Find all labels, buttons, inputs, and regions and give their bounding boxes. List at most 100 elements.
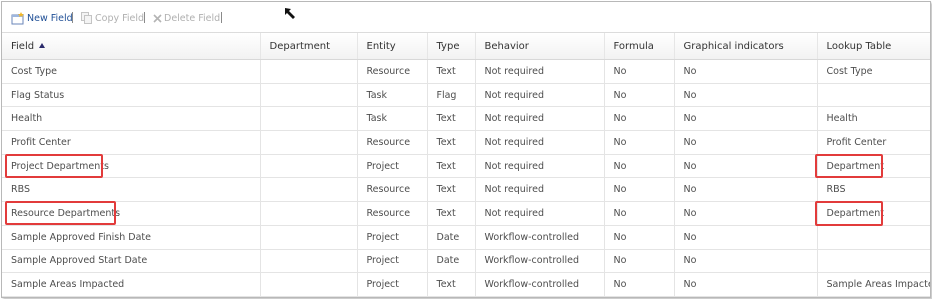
entity-cell: Project [356, 249, 427, 274]
department-cell [259, 272, 357, 297]
graphical-indicators-cell: No [673, 154, 817, 179]
department-cell [259, 177, 357, 203]
new-field-button[interactable]: New Field [11, 10, 73, 26]
column-header-label: Behavior [484, 40, 529, 52]
column-header-label: Department [269, 40, 331, 52]
department-cell [259, 59, 357, 84]
field-name-link[interactable]: Sample Approved Start Date [2, 249, 260, 274]
table-header-row: Field Department Entity Type Behavior Fo… [2, 33, 930, 60]
graphical-indicators-cell: No [673, 59, 817, 84]
type-cell: Date [426, 249, 475, 274]
lookup-table-cell: Cost Type [816, 59, 930, 84]
lookup-table-cell: Sample Areas Impacted [816, 272, 930, 297]
type-cell: Flag [426, 83, 475, 108]
table-row[interactable]: Sample Approved Finish Date Project Date Wo… [2, 225, 930, 250]
column-header-behavior[interactable]: Behavior [474, 33, 604, 60]
table-row[interactable]: Sample Approved Start Date Project Date Wor… [2, 249, 930, 274]
toolbar: New Field Copy Field Delete Field [2, 2, 930, 33]
column-header-formula[interactable]: Formula [603, 33, 674, 60]
fields-table: Field Department Entity Type Behavior Fo… [2, 33, 930, 297]
type-cell: Text [426, 177, 475, 203]
table-row[interactable]: Health Task Text Not required No No Health [2, 106, 930, 132]
field-name-link[interactable]: Sample Areas Impacted [2, 272, 260, 297]
graphical-indicators-cell: No [673, 249, 817, 274]
entity-cell: Project [356, 225, 427, 250]
behavior-cell: Not required [474, 130, 604, 155]
lookup-table-cell [816, 83, 930, 108]
copy-icon [81, 12, 92, 24]
behavior-cell: Not required [474, 106, 604, 132]
type-cell: Text [426, 130, 475, 155]
table-row[interactable]: Project Departments Project Text Not requir… [2, 154, 930, 179]
highlight-box-lookup-department [815, 201, 883, 226]
table-row[interactable]: RBS Resource Text Not required No No RBS [2, 177, 930, 203]
type-cell: Text [426, 154, 475, 179]
department-cell [259, 154, 357, 179]
column-header-label: Entity [366, 40, 396, 52]
table-row[interactable]: Flag Status Task Flag Not required No No [2, 83, 930, 108]
field-name-link[interactable]: RBS [2, 177, 260, 203]
formula-cell: No [603, 177, 674, 203]
field-name-link[interactable]: Profit Center [2, 130, 260, 155]
formula-cell: No [603, 249, 674, 274]
department-cell [259, 83, 357, 108]
behavior-cell: Workflow-controlled [474, 249, 604, 274]
formula-cell: No [603, 272, 674, 297]
field-name-link[interactable]: Health [2, 106, 260, 132]
delete-icon [153, 13, 162, 23]
column-header-label: Formula [613, 40, 654, 52]
new-field-icon [11, 11, 24, 24]
department-cell [259, 130, 357, 155]
department-cell [259, 249, 357, 274]
column-header-label: Lookup Table [826, 40, 892, 52]
behavior-cell: Not required [474, 177, 604, 203]
behavior-cell: Workflow-controlled [474, 272, 604, 297]
graphical-indicators-cell: No [673, 272, 817, 297]
column-header-lookup-table[interactable]: Lookup Table [816, 33, 930, 60]
entity-cell: Resource [356, 130, 427, 155]
formula-cell: No [603, 225, 674, 250]
column-header-label: Graphical indicators [683, 40, 784, 52]
graphical-indicators-cell: No [673, 201, 817, 226]
delete-field-button[interactable]: Delete Field [153, 10, 220, 26]
graphical-indicators-cell: No [673, 225, 817, 250]
formula-cell: No [603, 154, 674, 179]
field-name-link[interactable]: Flag Status [2, 83, 260, 108]
highlight-box-lookup-department [815, 154, 883, 178]
type-cell: Text [426, 59, 475, 84]
new-field-label: New Field [27, 12, 73, 24]
lookup-table-cell: RBS [816, 177, 930, 203]
copy-field-button[interactable]: Copy Field [81, 10, 144, 26]
toolbar-separator [72, 12, 73, 23]
graphical-indicators-cell: No [673, 83, 817, 108]
behavior-cell: Not required [474, 59, 604, 84]
entity-cell: Task [356, 106, 427, 132]
graphical-indicators-cell: No [673, 130, 817, 155]
type-cell: Text [426, 106, 475, 132]
entity-cell: Resource [356, 59, 427, 84]
behavior-cell: Not required [474, 201, 604, 226]
lookup-table-cell: Health [816, 106, 930, 132]
column-header-department[interactable]: Department [259, 33, 357, 60]
entity-cell: Resource [356, 177, 427, 203]
table-row[interactable]: Cost Type Resource Text Not required No No Cos… [2, 59, 930, 84]
highlight-box-project-departments [5, 154, 103, 178]
table-row[interactable]: Profit Center Resource Text Not required No N… [2, 130, 930, 155]
behavior-cell: Not required [474, 83, 604, 108]
copy-field-label: Copy Field [95, 12, 145, 24]
formula-cell: No [603, 106, 674, 132]
column-header-type[interactable]: Type [426, 33, 475, 60]
column-header-entity[interactable]: Entity [356, 33, 427, 60]
table-row[interactable]: Sample Areas Impacted Project Text Workflow… [2, 272, 930, 297]
toolbar-separator [221, 12, 222, 23]
field-name-link[interactable]: Cost Type [2, 59, 260, 84]
column-header-label: Field [11, 40, 35, 52]
lookup-table-cell [816, 249, 930, 274]
graphical-indicators-cell: No [673, 177, 817, 203]
lookup-table-cell: Profit Center [816, 130, 930, 155]
table-row[interactable]: Resource Departments Resource Text Not requ… [2, 201, 930, 226]
field-name-link[interactable]: Sample Approved Finish Date [2, 225, 260, 250]
entity-cell: Task [356, 83, 427, 108]
column-header-field[interactable]: Field [2, 33, 260, 60]
column-header-graphical-indicators[interactable]: Graphical indicators [673, 33, 817, 60]
